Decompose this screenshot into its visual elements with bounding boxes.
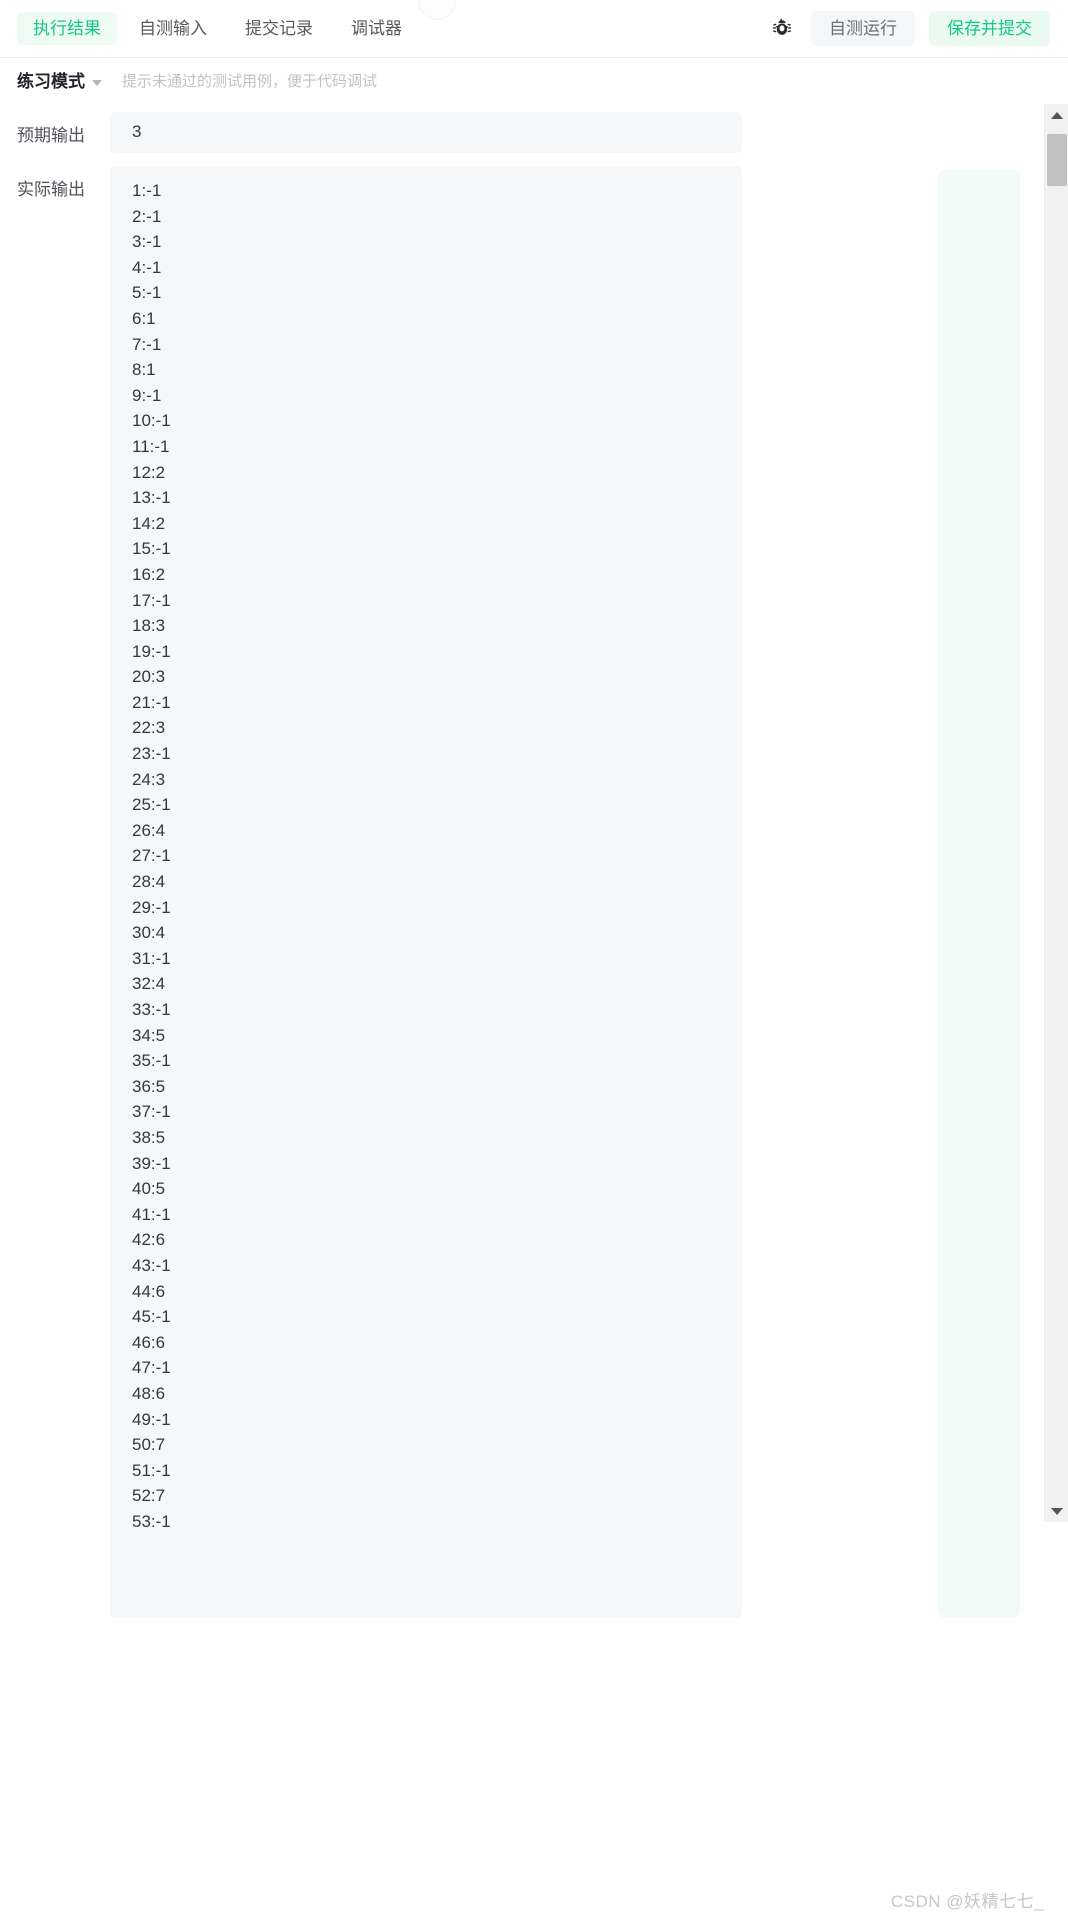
actual-output-line: 14:2 xyxy=(132,513,166,533)
actual-output-line: 45:-1 xyxy=(132,1307,171,1327)
actual-output-line: 20:3 xyxy=(132,667,166,687)
actual-output-line: 26:4 xyxy=(132,820,166,840)
actual-output-value: 1:-1 2:-1 3:-1 4:-1 5:-1 6:1 7:-1 8:1 9:-1 10:-1 1… xyxy=(110,166,742,1618)
scroll-down-button[interactable] xyxy=(1045,1500,1068,1522)
scrollbar-thumb[interactable] xyxy=(1047,134,1067,186)
practice-mode-label[interactable]: 练习模式 xyxy=(17,73,85,90)
actual-output-line: 36:5 xyxy=(132,1076,166,1096)
chevron-down-icon[interactable] xyxy=(92,79,102,86)
actual-output-line: 3:-1 xyxy=(132,232,162,252)
mode-bar: 练习模式 提示未通过的测试用例，便于代码调试 xyxy=(0,59,1068,104)
actual-output-line: 25:-1 xyxy=(132,795,171,815)
actual-output-line: 44:6 xyxy=(132,1281,166,1301)
actual-output-line: 35:-1 xyxy=(132,1051,171,1071)
tab-bar: 执行结果 自测输入 提交记录 调试器 xyxy=(0,12,418,45)
actual-output-line: 7:-1 xyxy=(132,334,162,354)
tab-self-test-input[interactable]: 自测输入 xyxy=(123,12,223,45)
bug-icon[interactable] xyxy=(767,14,797,44)
actual-output-line: 5:-1 xyxy=(132,283,162,303)
actual-output-line: 33:-1 xyxy=(132,1000,171,1019)
actual-output-line: 41:-1 xyxy=(132,1204,171,1224)
actual-output-line: 43:-1 xyxy=(132,1255,171,1275)
actual-output-line: 2:-1 xyxy=(132,206,162,226)
save-and-submit-button[interactable]: 保存并提交 xyxy=(929,11,1050,46)
actual-output-line: 22:3 xyxy=(132,718,166,738)
actual-output-line: 23:-1 xyxy=(132,744,171,764)
actual-output-line: 47:-1 xyxy=(132,1358,171,1378)
actual-output-line: 10:-1 xyxy=(132,411,171,431)
actual-output-line: 32:4 xyxy=(132,974,166,994)
expected-output-row: 预期输出 3 xyxy=(0,112,742,153)
expected-output-value: 3 xyxy=(110,112,742,153)
actual-output-line: 29:-1 xyxy=(132,897,171,917)
actual-output-line: 6:1 xyxy=(132,308,156,328)
tab-debugger-label: 调试器 xyxy=(351,19,402,38)
actual-output-line: 9:-1 xyxy=(132,385,162,405)
actual-output-label: 实际输出 xyxy=(17,180,85,199)
actual-output-line: 46:6 xyxy=(132,1332,166,1352)
actual-output-line: 48:6 xyxy=(132,1383,166,1403)
actual-output-line: 18:3 xyxy=(132,616,166,636)
toolbar-actions: 自测运行 保存并提交 xyxy=(767,11,1068,46)
actual-output-line: 11:-1 xyxy=(132,436,170,456)
code-judge-result-panel: 执行结果 自测输入 提交记录 调试器 自测运行 保存并提交 练习模式 提示未通过… xyxy=(0,0,1068,1922)
result-content: 预期输出 3 实际输出 1:-1 2:-1 3:-1 4:-1 5:-1 6:1 7:-1 8… xyxy=(0,104,1068,1922)
right-side-panel xyxy=(938,170,1020,1618)
actual-output-line: 51:-1 xyxy=(132,1460,171,1480)
actual-output-line: 31:-1 xyxy=(132,948,171,968)
actual-output-line: 1:-1 xyxy=(132,181,162,200)
actual-output-line: 24:3 xyxy=(132,769,166,789)
csdn-watermark: CSDN @妖精七七_ xyxy=(890,1892,1044,1911)
actual-output-line: 40:5 xyxy=(132,1179,166,1199)
tab-execution-result-label: 执行结果 xyxy=(33,19,101,38)
top-toolbar: 执行结果 自测输入 提交记录 调试器 自测运行 保存并提交 xyxy=(0,0,1068,58)
actual-output-line: 52:7 xyxy=(132,1486,166,1506)
tab-debugger[interactable]: 调试器 xyxy=(335,12,418,45)
mode-hint-text: 提示未通过的测试用例，便于代码调试 xyxy=(122,73,378,90)
actual-output-line: 19:-1 xyxy=(132,641,171,661)
actual-output-line: 53:-1 xyxy=(132,1511,171,1531)
expected-output-label: 预期输出 xyxy=(17,126,85,145)
triangle-down-icon xyxy=(1051,1507,1063,1515)
tab-execution-result[interactable]: 执行结果 xyxy=(17,12,117,45)
actual-output-line: 12:2 xyxy=(132,462,166,482)
actual-output-line: 17:-1 xyxy=(132,590,171,610)
actual-output-line: 21:-1 xyxy=(132,692,171,712)
actual-output-line: 27:-1 xyxy=(132,846,171,866)
actual-output-line: 8:1 xyxy=(132,360,156,380)
actual-output-line: 16:2 xyxy=(132,564,166,584)
actual-output-line: 49:-1 xyxy=(132,1409,171,1429)
actual-output-line: 38:5 xyxy=(132,1127,166,1147)
actual-output-line: 34:5 xyxy=(132,1025,166,1045)
self-test-run-button[interactable]: 自测运行 xyxy=(811,11,915,46)
actual-output-line: 4:-1 xyxy=(132,257,162,277)
actual-output-line: 50:7 xyxy=(132,1435,166,1455)
actual-output-line: 30:4 xyxy=(132,923,166,943)
triangle-up-icon xyxy=(1051,111,1063,119)
tab-self-test-input-label: 自测输入 xyxy=(139,19,207,38)
actual-output-row: 实际输出 1:-1 2:-1 3:-1 4:-1 5:-1 6:1 7:-1 8:1 9:-1 1… xyxy=(0,166,742,1618)
actual-output-line: 28:4 xyxy=(132,872,166,892)
actual-output-line: 15:-1 xyxy=(132,539,171,559)
actual-output-line: 39:-1 xyxy=(132,1153,171,1173)
actual-output-line: 37:-1 xyxy=(132,1102,171,1122)
tab-submission-records[interactable]: 提交记录 xyxy=(229,12,329,45)
actual-output-line: 42:6 xyxy=(132,1230,166,1250)
scroll-up-button[interactable] xyxy=(1045,104,1068,126)
vertical-scrollbar[interactable] xyxy=(1044,104,1068,1522)
actual-output-line: 13:-1 xyxy=(132,488,171,508)
tab-submission-records-label: 提交记录 xyxy=(245,19,313,38)
